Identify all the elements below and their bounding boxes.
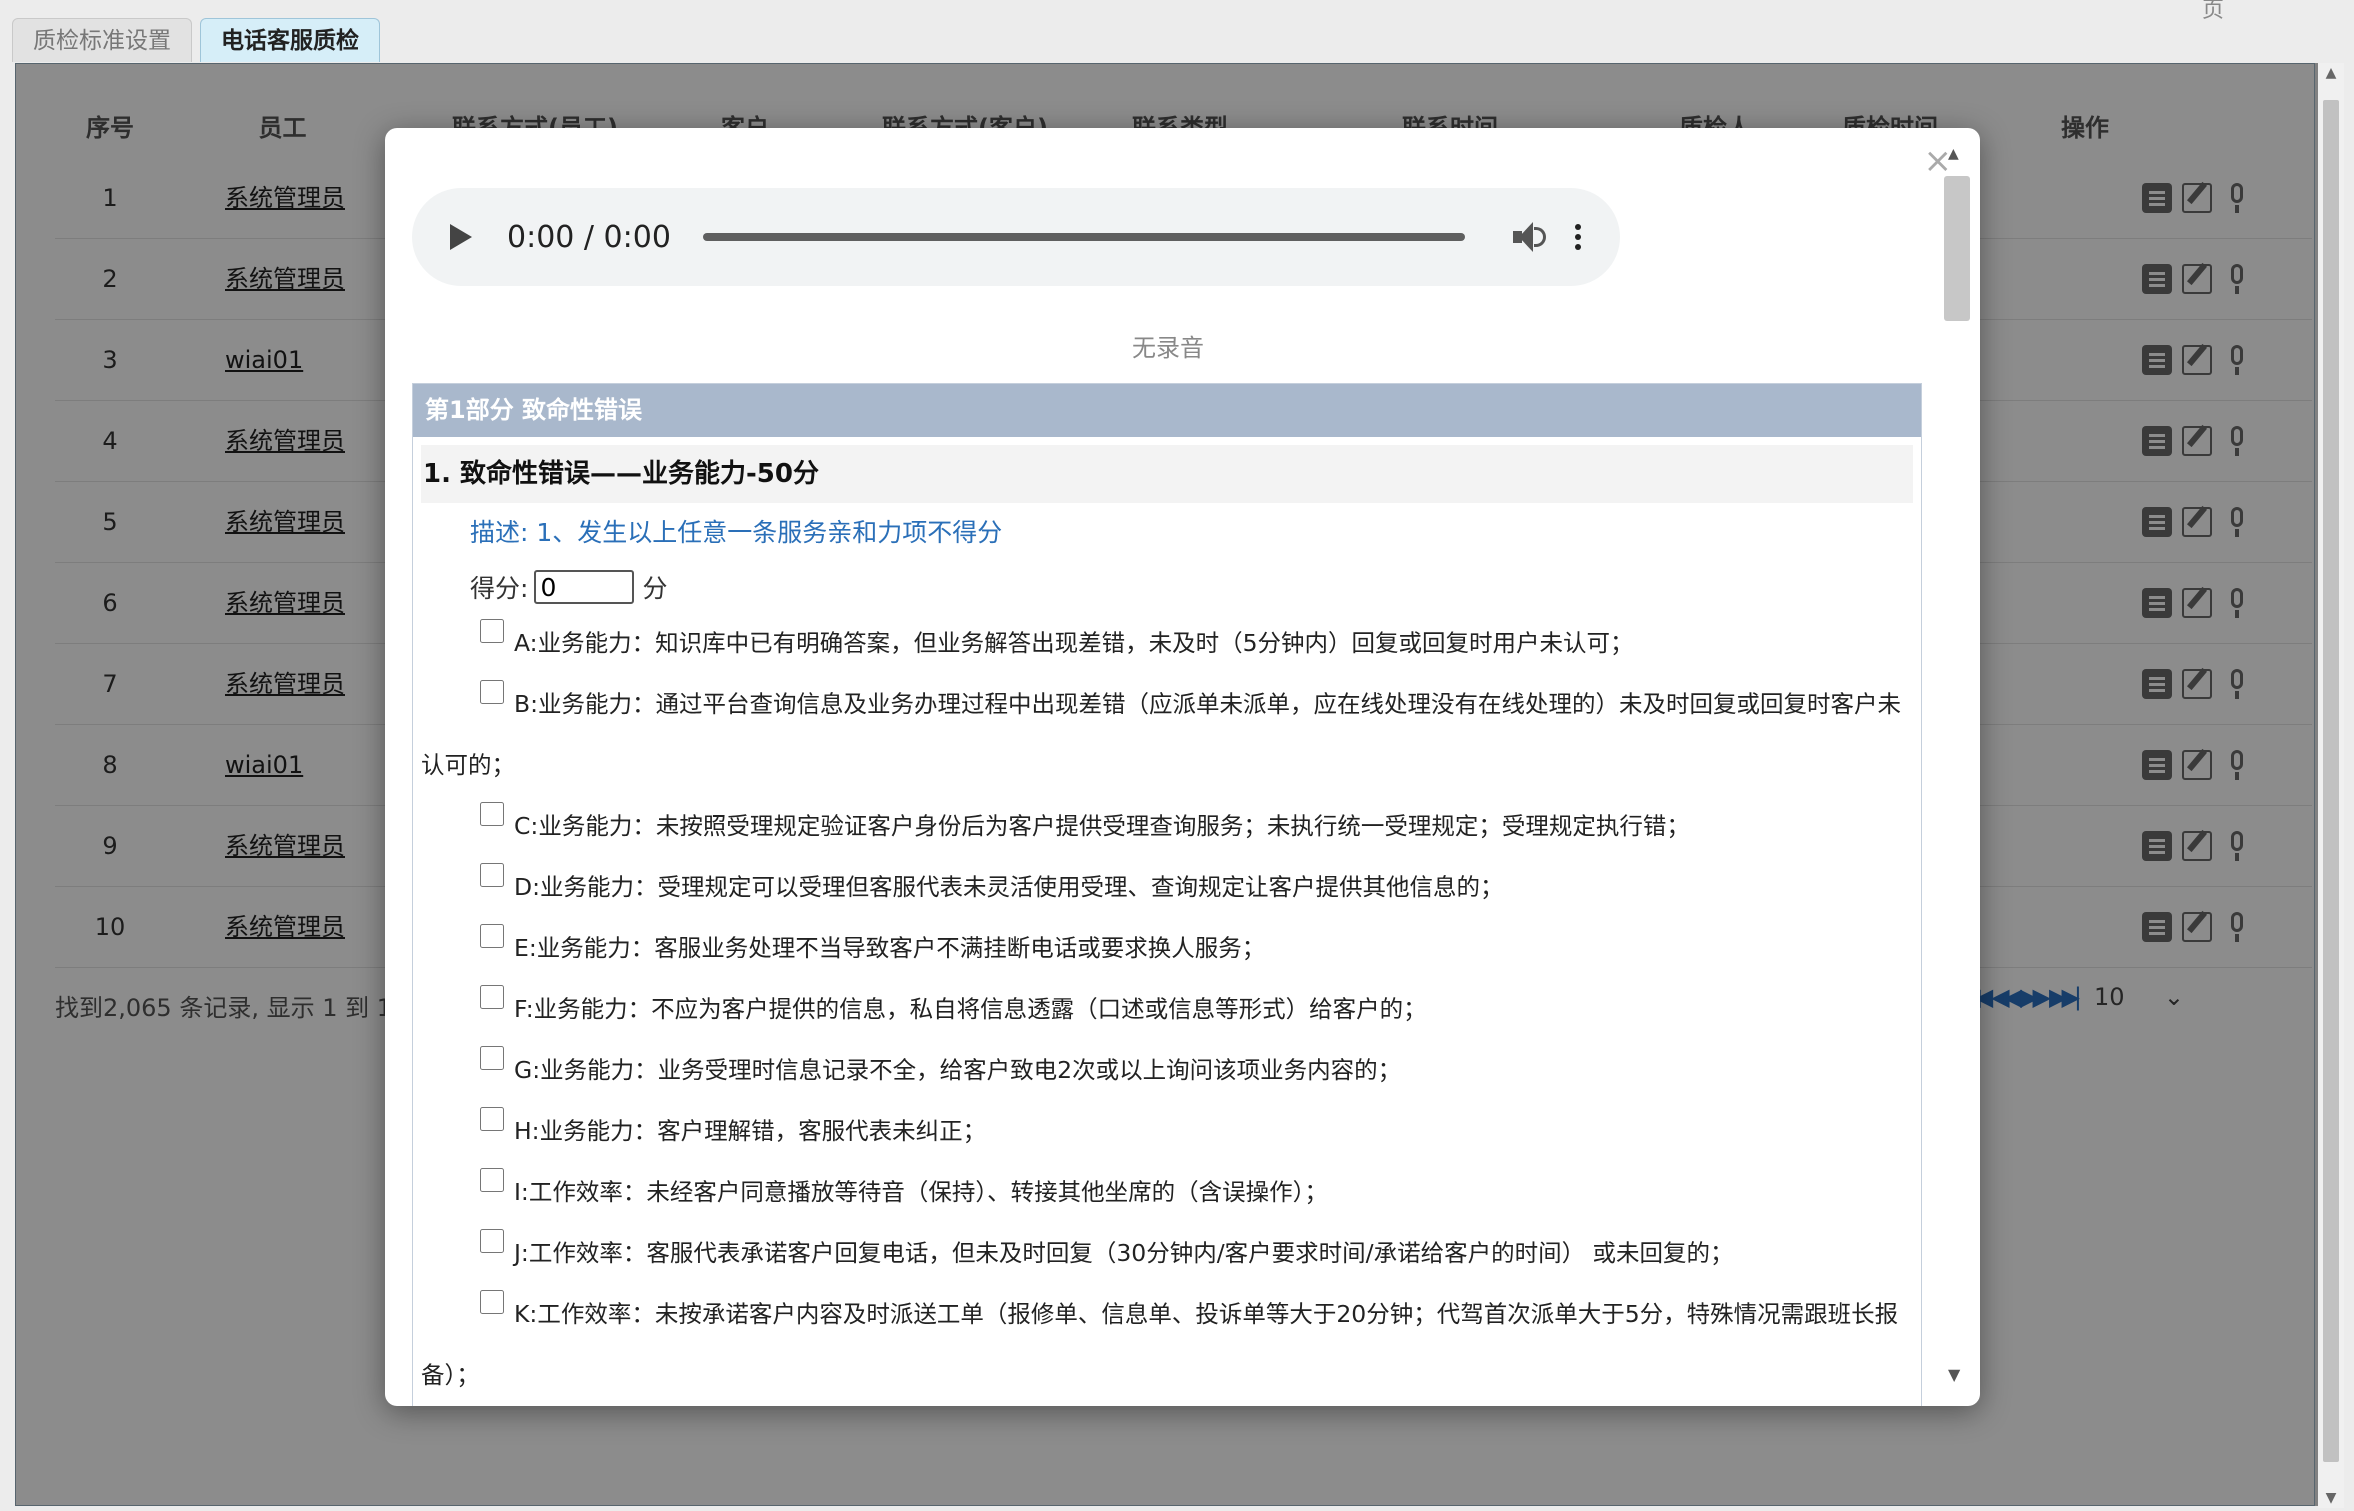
qc-section: 第1部分 致命性错误 1. 致命性错误——业务能力-50分 描述: 1、发生以上… xyxy=(412,383,1922,1406)
top-right-text: 页 xyxy=(2201,0,2224,23)
option-item: G:业务能力：业务受理时信息记录不全，给客户致电2次或以上询问该项业务内容的； xyxy=(421,1040,1911,1101)
option-item: K:工作效率：未按承诺客户内容及时派送工单（报修单、信息单、投诉单等大于20分钟… xyxy=(421,1284,1911,1406)
option-text: K:工作效率：未按承诺客户内容及时派送工单（报修单、信息单、投诉单等大于20分钟… xyxy=(421,1300,1899,1389)
option-item: F:业务能力：不应为客户提供的信息，私自将信息透露（口述或信息等形式）给客户的； xyxy=(421,979,1911,1040)
option-text: E:业务能力：客服业务处理不当导致客户不满挂断电话或要求换人服务； xyxy=(514,934,1266,962)
score-input[interactable] xyxy=(534,570,635,604)
score-row: 得分: 分 xyxy=(470,569,1921,605)
section-title: 第1部分 致命性错误 xyxy=(413,384,1921,437)
option-text: G:业务能力：业务受理时信息记录不全，给客户致电2次或以上询问该项业务内容的； xyxy=(514,1056,1402,1084)
page-scrollbar[interactable]: ▲ ▼ xyxy=(2318,63,2344,1508)
score-unit: 分 xyxy=(642,574,668,603)
option-text: A:业务能力：知识库中已有明确答案，但业务解答出现差错，未及时（5分钟内）回复或… xyxy=(514,629,1634,657)
more-options-icon[interactable] xyxy=(1574,224,1581,250)
item-description: 描述: 1、发生以上任意一条服务亲和力项不得分 xyxy=(470,518,1003,547)
option-item: B:业务能力：通过平台查询信息及业务办理过程中出现差错（应派单未派单，应在线处理… xyxy=(421,674,1911,796)
option-text: J:工作效率：客服代表承诺客户回复电话，但未及时回复（30分钟内/客户要求时间/… xyxy=(514,1239,1734,1267)
option-checkbox[interactable] xyxy=(480,680,504,704)
modal-body: 0:00 / 0:00 无录音 第1部分 致命性错误 1. 致命性错误——业务能… xyxy=(412,188,1924,1406)
option-text: H:业务能力：客户理解错，客服代表未纠正； xyxy=(514,1117,987,1145)
option-checkbox[interactable] xyxy=(480,924,504,948)
audio-player: 0:00 / 0:00 xyxy=(412,188,1620,286)
qc-modal: × ▲ ▼ 0:00 / 0:00 无录音 第1部分 致命性错误 1. 致命性错… xyxy=(385,128,1980,1406)
option-text: C:业务能力：未按照受理规定验证客户身份后为客户提供受理查询服务；未执行统一受理… xyxy=(514,812,1690,840)
option-checkbox[interactable] xyxy=(480,1290,504,1314)
scroll-up-icon[interactable]: ▲ xyxy=(2318,65,2344,81)
audio-progress-bar[interactable] xyxy=(702,233,1465,241)
option-checkbox[interactable] xyxy=(480,985,504,1009)
score-label: 得分: xyxy=(470,574,529,603)
option-checkbox[interactable] xyxy=(480,1107,504,1131)
scroll-down-icon[interactable]: ▼ xyxy=(2318,1490,2344,1506)
modal-scroll-thumb[interactable] xyxy=(1944,176,1970,321)
option-checkbox[interactable] xyxy=(480,863,504,887)
option-item: E:业务能力：客服业务处理不当导致客户不满挂断电话或要求换人服务； xyxy=(421,918,1911,979)
option-text: I:工作效率：未经客户同意播放等待音（保持）、转接其他坐席的（含误操作）； xyxy=(514,1178,1328,1206)
option-item: C:业务能力：未按照受理规定验证客户身份后为客户提供受理查询服务；未执行统一受理… xyxy=(421,796,1911,857)
option-checkbox[interactable] xyxy=(480,802,504,826)
option-item: D:业务能力：受理规定可以受理但客服代表未灵活使用受理、查询规定让客户提供其他信… xyxy=(421,857,1911,918)
tab-quality-standard-settings[interactable]: 质检标准设置 xyxy=(12,18,192,62)
option-item: J:工作效率：客服代表承诺客户回复电话，但未及时回复（30分钟内/客户要求时间/… xyxy=(421,1223,1911,1284)
option-text: B:业务能力：通过平台查询信息及业务办理过程中出现差错（应派单未派单，应在线处理… xyxy=(421,690,1902,779)
play-icon[interactable] xyxy=(450,224,472,250)
option-text: F:业务能力：不应为客户提供的信息，私自将信息透露（口述或信息等形式）给客户的； xyxy=(514,995,1427,1023)
tab-phone-service-qc[interactable]: 电话客服质检 xyxy=(200,18,380,62)
item-title: 1. 致命性错误——业务能力-50分 xyxy=(421,445,1913,503)
audio-time: 0:00 / 0:00 xyxy=(507,219,671,255)
option-item: A:业务能力：知识库中已有明确答案，但业务解答出现差错，未及时（5分钟内）回复或… xyxy=(421,613,1911,674)
tab-bar: 质检标准设置 电话客服质检 xyxy=(12,18,380,64)
scroll-down-icon[interactable]: ▼ xyxy=(1948,1365,1960,1384)
no-recording-text: 无录音 xyxy=(1132,334,1204,362)
option-item: H:业务能力：客户理解错，客服代表未纠正； xyxy=(421,1101,1911,1162)
volume-icon[interactable] xyxy=(1512,222,1547,252)
option-item: I:工作效率：未经客户同意播放等待音（保持）、转接其他坐席的（含误操作）； xyxy=(421,1162,1911,1223)
scroll-up-icon[interactable]: ▲ xyxy=(1948,146,1959,162)
option-text: D:业务能力：受理规定可以受理但客服代表未灵活使用受理、查询规定让客户提供其他信… xyxy=(514,873,1504,901)
option-checkbox[interactable] xyxy=(480,619,504,643)
options-list: A:业务能力：知识库中已有明确答案，但业务解答出现差错，未及时（5分钟内）回复或… xyxy=(413,613,1921,1406)
page-scroll-thumb[interactable] xyxy=(2323,100,2339,1462)
option-checkbox[interactable] xyxy=(480,1168,504,1192)
modal-scrollbar[interactable]: ▲ ▼ xyxy=(1940,146,1970,1384)
option-checkbox[interactable] xyxy=(480,1046,504,1070)
option-checkbox[interactable] xyxy=(480,1229,504,1253)
